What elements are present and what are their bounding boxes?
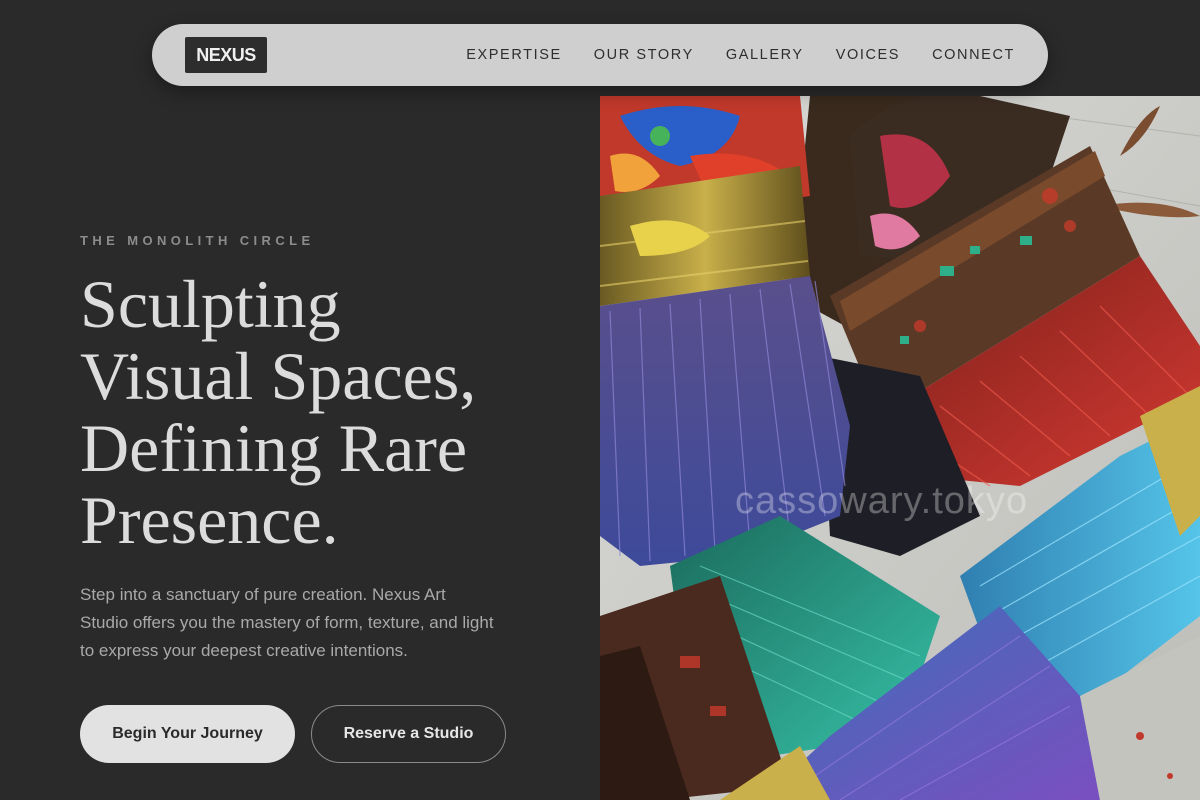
nav-links: EXPERTISE OUR STORY GALLERY VOICES CONNE… (434, 47, 1015, 63)
nav-link-connect[interactable]: CONNECT (932, 47, 1015, 63)
headline-line: Defining Rare (80, 410, 468, 486)
nav-link-expertise[interactable]: EXPERTISE (466, 47, 562, 63)
paint-brushes-illustration (600, 96, 1200, 800)
hero-headline: Sculpting Visual Spaces, Defining Rare P… (80, 268, 580, 556)
headline-line: Presence. (80, 482, 339, 558)
reserve-studio-button[interactable]: Reserve a Studio (311, 705, 506, 763)
top-navigation: NEXUS EXPERTISE OUR STORY GALLERY VOICES… (152, 24, 1048, 86)
nav-link-voices[interactable]: VOICES (836, 47, 900, 63)
hero-eyebrow: THE MONOLITH CIRCLE (80, 233, 315, 248)
description-line: Step into a sanctuary of pure creation. … (80, 585, 446, 604)
headline-line: Visual Spaces, (80, 338, 477, 414)
landing-page: NEXUS EXPERTISE OUR STORY GALLERY VOICES… (0, 0, 1200, 800)
nav-link-our-story[interactable]: OUR STORY (594, 47, 694, 63)
description-line: to express your deepest creative intenti… (80, 641, 408, 660)
headline-line: Sculpting (80, 266, 341, 342)
hero-description: Step into a sanctuary of pure creation. … (80, 581, 540, 665)
begin-journey-button[interactable]: Begin Your Journey (80, 705, 295, 763)
nav-link-gallery[interactable]: GALLERY (726, 47, 804, 63)
hero-image-paint-brushes (600, 96, 1200, 800)
description-line: Studio offers you the mastery of form, t… (80, 613, 494, 632)
brand-logo[interactable]: NEXUS (185, 37, 267, 73)
